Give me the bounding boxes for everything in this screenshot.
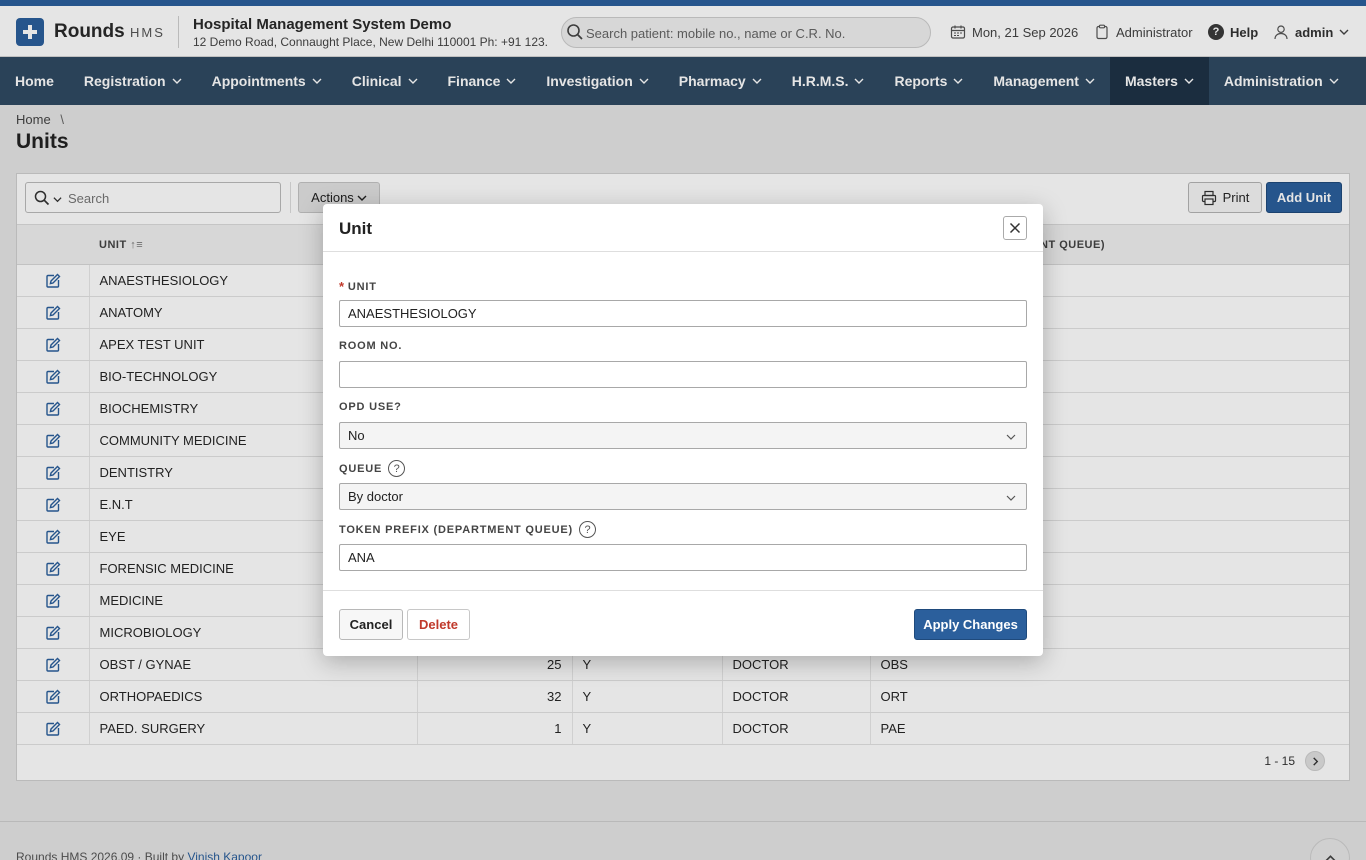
token-prefix-field[interactable] <box>339 544 1027 571</box>
dialog-close-button[interactable] <box>1003 216 1027 240</box>
prefix-label-text: TOKEN PREFIX (DEPARTMENT QUEUE) <box>339 523 574 536</box>
room-label-text: ROOM NO. <box>339 340 403 352</box>
prefix-field-label: TOKEN PREFIX (DEPARTMENT QUEUE) ? <box>339 521 597 538</box>
queue-field-label: QUEUE ? <box>339 460 406 477</box>
queue-value: By doctor <box>348 489 403 504</box>
room-field-label: ROOM NO. <box>339 340 402 352</box>
delete-button[interactable]: Delete <box>407 609 470 640</box>
close-icon <box>1009 222 1021 234</box>
dialog-footer: Cancel Delete Apply Changes <box>323 590 1043 656</box>
dialog-header: Unit <box>323 204 1043 252</box>
help-circle-icon[interactable]: ? <box>388 460 406 477</box>
unit-label-text: UNIT <box>347 280 377 293</box>
chevron-down-icon <box>1006 434 1016 440</box>
unit-field[interactable] <box>339 300 1027 327</box>
opd-label-text: OPD USE? <box>339 401 402 413</box>
required-marker: * <box>339 279 345 294</box>
opd-use-value: No <box>348 428 365 443</box>
unit-field-label: * UNIT <box>339 279 377 294</box>
queue-select[interactable]: By doctor <box>339 483 1027 510</box>
opd-field-label: OPD USE? <box>339 401 402 413</box>
opd-use-select[interactable]: No <box>339 422 1027 449</box>
room-field[interactable] <box>339 361 1027 388</box>
unit-dialog: Unit * UNIT ROOM NO. OPD USE? No QUEUE ?… <box>323 204 1043 656</box>
cancel-button[interactable]: Cancel <box>339 609 403 640</box>
chevron-down-icon <box>1006 495 1016 501</box>
queue-label-text: QUEUE <box>339 462 383 475</box>
apply-changes-button[interactable]: Apply Changes <box>914 609 1027 640</box>
help-circle-icon[interactable]: ? <box>579 521 597 538</box>
dialog-title: Unit <box>339 219 373 238</box>
